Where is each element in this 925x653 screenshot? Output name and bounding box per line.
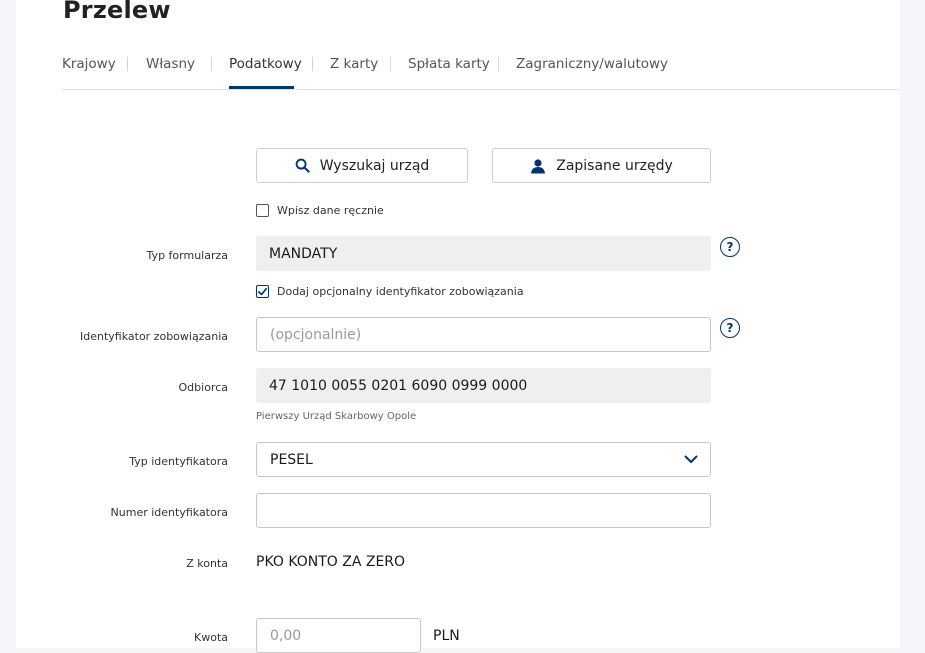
manual-entry-checkbox[interactable]: [256, 204, 269, 217]
transfer-type-tabs: Krajowy Własny Podatkowy Z karty Spłata …: [62, 52, 899, 90]
recipient-account-field: 47 1010 0055 0201 6090 0999 0000: [256, 368, 711, 403]
tab-divider: [211, 57, 212, 71]
obligation-id-input[interactable]: (opcjonalnie): [256, 317, 711, 352]
recipient-label: Odbiorca: [178, 381, 228, 394]
active-tab-indicator: [229, 86, 294, 89]
form-type-label: Typ formularza: [146, 249, 228, 262]
tab-z-karty[interactable]: Z karty: [330, 56, 378, 72]
obligation-id-label: Identyfikator zobowiązania: [80, 330, 228, 343]
tab-divider: [127, 57, 128, 71]
form-type-value: MANDATY: [269, 245, 338, 262]
amount-currency: PLN: [433, 628, 460, 644]
from-account-value: PKO KONTO ZA ZERO: [256, 554, 406, 570]
saved-offices-label: Zapisane urzędy: [556, 157, 673, 174]
form-type-help-icon[interactable]: ?: [720, 237, 740, 257]
page-title: Przelew: [63, 0, 171, 24]
amount-placeholder: 0,00: [270, 627, 302, 644]
id-number-label: Numer identyfikatora: [110, 506, 228, 519]
tab-divider: [498, 57, 499, 71]
amount-label: Kwota: [194, 631, 228, 644]
search-icon: [295, 158, 310, 173]
form-type-field: MANDATY: [256, 236, 711, 271]
tab-podatkowy[interactable]: Podatkowy: [229, 56, 302, 72]
user-icon: [530, 158, 546, 174]
search-office-label: Wyszukaj urząd: [319, 157, 430, 174]
tab-krajowy[interactable]: Krajowy: [62, 56, 116, 72]
saved-offices-button[interactable]: Zapisane urzędy: [492, 148, 711, 183]
recipient-account-value: 47 1010 0055 0201 6090 0999 0000: [269, 377, 528, 394]
obligation-id-help-icon[interactable]: ?: [720, 318, 740, 338]
tab-wlasny[interactable]: Własny: [146, 56, 195, 72]
manual-entry-label: Wpisz dane ręcznie: [277, 204, 384, 217]
from-account-label: Z konta: [186, 557, 228, 570]
optional-id-row: Dodaj opcjonalny identyfikator zobowiąza…: [256, 285, 524, 298]
id-type-label: Typ identyfikatora: [129, 455, 228, 468]
tab-splata-karty[interactable]: Spłata karty: [408, 56, 490, 72]
search-office-button[interactable]: Wyszukaj urząd: [256, 148, 468, 183]
checkmark-icon: [258, 287, 267, 296]
tab-divider: [312, 57, 313, 71]
tab-divider: [390, 57, 391, 71]
tab-zagraniczny[interactable]: Zagraniczny/walutowy: [516, 56, 668, 72]
recipient-name: Pierwszy Urząd Skarbowy Opole: [256, 411, 417, 422]
id-type-select[interactable]: PESEL: [256, 442, 711, 477]
obligation-id-placeholder: (opcjonalnie): [270, 326, 362, 343]
optional-id-checkbox[interactable]: [256, 285, 269, 298]
chevron-down-icon: [684, 452, 698, 468]
id-type-value: PESEL: [270, 451, 313, 468]
manual-entry-row: Wpisz dane ręcznie: [256, 204, 384, 217]
id-number-input[interactable]: [256, 493, 711, 528]
optional-id-label: Dodaj opcjonalny identyfikator zobowiąza…: [277, 285, 524, 298]
